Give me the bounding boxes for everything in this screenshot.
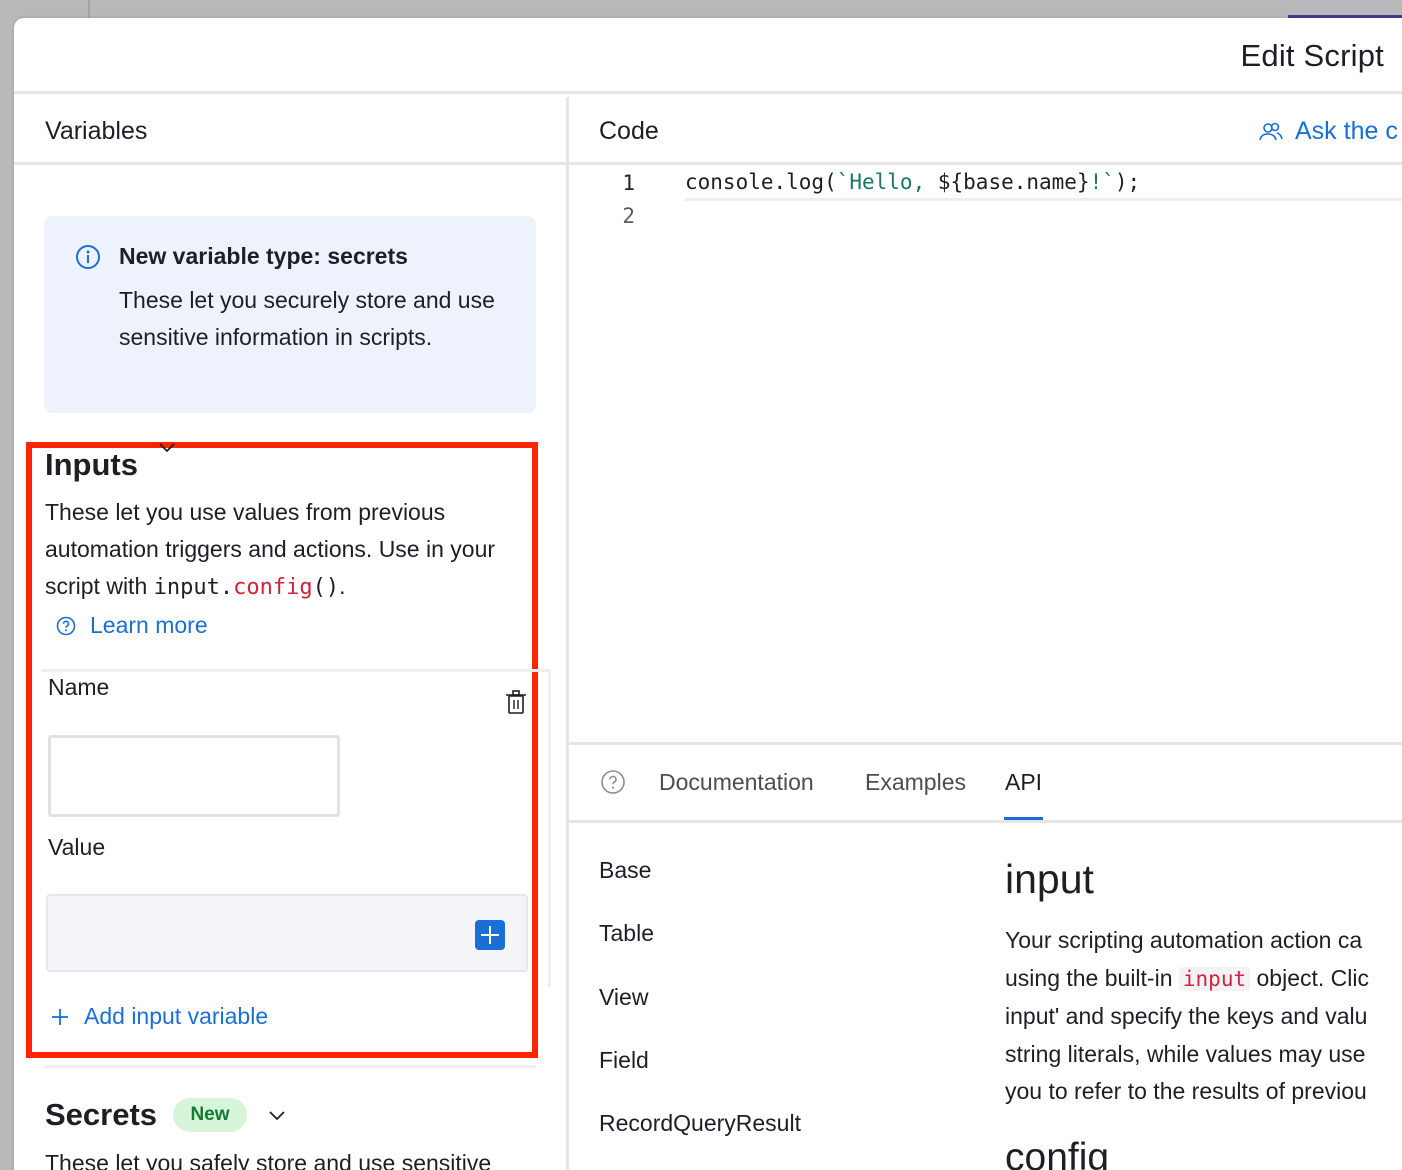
learn-more-link[interactable]: Learn more — [56, 612, 208, 639]
api-nav-table[interactable]: Table — [599, 920, 654, 947]
add-input-variable-button[interactable]: Add input variable — [50, 1003, 268, 1030]
api-nav-field[interactable]: Field — [599, 1047, 649, 1074]
variables-header: Variables — [14, 97, 566, 165]
doc-text: object. Clic — [1250, 964, 1369, 991]
doc-text: using the built-in — [1005, 964, 1179, 991]
doc-line: using the built-in input object. Clic — [1005, 960, 1402, 999]
info-body: These let you securely store and use sen… — [119, 287, 495, 350]
doc-inline-code: input — [1178, 966, 1251, 991]
doc-line: input' and specify the keys and valu — [1005, 1003, 1368, 1029]
code-editor[interactable]: 1 2 console.log(`Hello, ${base.name}!`); — [569, 168, 1402, 742]
plus-icon — [481, 926, 499, 944]
line-number: 1 — [622, 171, 635, 195]
people-icon — [1259, 122, 1283, 140]
variables-title: Variables — [45, 117, 148, 145]
ask-community-link[interactable]: Ask the c — [1259, 117, 1398, 146]
value-label: Value — [48, 834, 106, 860]
background-divider — [88, 0, 90, 18]
doc-line: you to refer to the results of previou — [1005, 1078, 1367, 1104]
api-nav-recordqueryresult[interactable]: RecordQueryResult — [599, 1110, 801, 1137]
name-input[interactable] — [48, 735, 340, 817]
help-icon[interactable] — [600, 769, 626, 795]
variables-panel: Variables New variable type: secrets The… — [14, 97, 566, 1170]
inputs-code-object: input. — [153, 575, 234, 600]
info-icon — [76, 245, 100, 269]
code-interp-token: ${base.name} — [937, 170, 1090, 194]
value-input[interactable] — [46, 894, 528, 972]
code-header: Code Ask the c — [569, 97, 1402, 165]
secrets-info-banner: New variable type: secrets These let you… — [44, 216, 536, 413]
add-plus-icon — [52, 1008, 68, 1025]
add-input-variable-label: Add input variable — [84, 1003, 269, 1029]
section-divider — [44, 1065, 536, 1068]
insert-value-button[interactable] — [475, 920, 505, 950]
doc-paragraph: Your scripting automation action ca usin… — [1005, 922, 1402, 1111]
tab-examples[interactable]: Examples — [865, 769, 966, 796]
doc-subheading: config — [1005, 1136, 1110, 1170]
learn-more-label: Learn more — [90, 612, 208, 638]
inputs-code-parens: () — [312, 575, 340, 600]
code-string-token: !` — [1089, 170, 1115, 194]
secrets-chevron-down-icon[interactable] — [267, 1105, 287, 1125]
dialog-header: Edit Script — [14, 18, 1402, 94]
inputs-title[interactable]: Inputs — [45, 447, 138, 483]
api-nav-view[interactable]: View — [599, 984, 648, 1011]
inputs-chevron-down-icon[interactable] — [157, 437, 177, 457]
inputs-description: These let you use values from previous a… — [45, 494, 515, 606]
name-label: Name — [48, 674, 110, 700]
inputs-desc-suffix: . — [339, 573, 346, 599]
code-token: ); — [1114, 170, 1141, 194]
active-tab-indicator — [1004, 817, 1043, 820]
info-title: New variable type: secrets — [119, 243, 408, 269]
code-title: Code — [599, 117, 659, 145]
secrets-description: These let you safely store and use sensi… — [45, 1150, 492, 1170]
code-line[interactable]: console.log(`Hello, ${base.name}!`); — [685, 168, 1402, 201]
new-badge: New — [173, 1098, 247, 1132]
doc-line: string literals, while values may use — [1005, 1040, 1366, 1067]
doc-heading: input — [1005, 856, 1094, 902]
inputs-code-function: config — [233, 575, 313, 600]
secrets-title[interactable]: Secrets — [45, 1097, 157, 1133]
line-number: 2 — [622, 204, 635, 228]
ask-community-label: Ask the c — [1295, 117, 1398, 145]
doc-line: Your scripting automation action ca — [1005, 927, 1363, 953]
code-token: console.log( — [685, 170, 837, 194]
help-circle-icon — [56, 616, 76, 635]
dialog-title: Edit Script — [1240, 38, 1384, 73]
tab-api[interactable]: API — [1005, 769, 1042, 796]
trash-icon[interactable] — [505, 689, 527, 715]
code-string-token: `Hello, — [836, 170, 938, 194]
tab-documentation[interactable]: Documentation — [659, 769, 814, 796]
docs-tabs: Documentation Examples API — [569, 745, 1402, 823]
api-nav-base[interactable]: Base — [599, 857, 651, 884]
